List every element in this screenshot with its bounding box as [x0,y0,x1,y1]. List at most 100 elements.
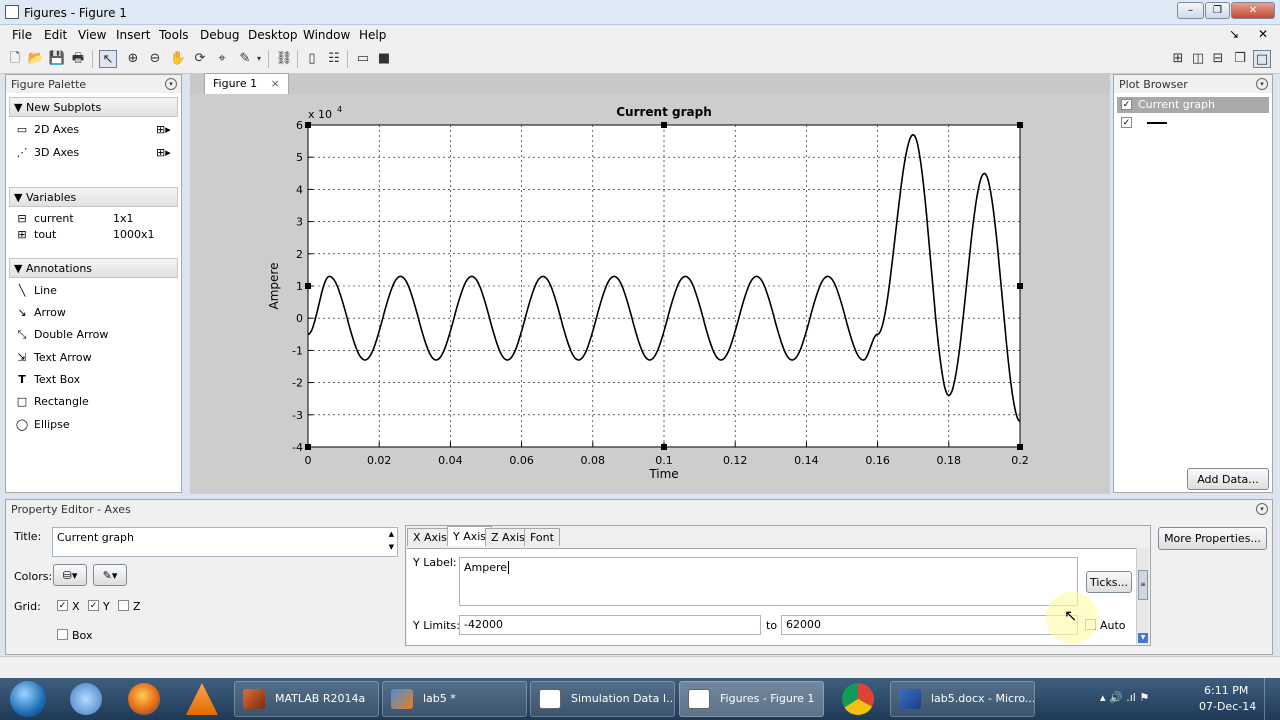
menu-window[interactable]: Window [303,28,350,42]
grid-z-checkbox[interactable] [118,600,129,611]
pan-icon[interactable]: ✋ [169,50,187,68]
resize-handle[interactable] [1017,444,1023,450]
title-field[interactable]: Current graph ▲ ▼ [52,527,398,557]
add-data-button[interactable]: Add Data... [1187,468,1269,490]
open-icon[interactable]: 📂 [27,50,45,68]
print-icon[interactable]: 🖶 [69,50,87,68]
undock-arrow-icon[interactable]: ↘ [1229,27,1239,41]
minimize-button[interactable]: – [1177,2,1204,19]
firefox-icon[interactable] [128,683,160,715]
panel-menu-icon[interactable]: ▾ [165,78,177,90]
task-matlab[interactable]: MATLAB R2014a [234,681,379,717]
system-tray-icons[interactable]: ▴ 🔊 .ıl ⚑ [1100,691,1149,704]
close-x-icon[interactable]: ✕ [1258,27,1268,41]
zoom-out-icon[interactable]: ⊖ [146,50,164,68]
line-visible-checkbox[interactable]: ✓ [1121,117,1132,128]
variable-current[interactable]: ⊟ current [14,212,73,225]
annotation-ellipse[interactable]: ◯ Ellipse [14,418,70,431]
plot-browser-entry-axes[interactable]: ✓ Current graph [1117,97,1269,113]
menu-view[interactable]: View [78,28,106,42]
resize-handle[interactable] [1017,283,1023,289]
menu-tools[interactable]: Tools [159,28,189,42]
menu-file[interactable]: File [12,28,32,42]
resize-handle[interactable] [661,122,667,128]
task-figures[interactable]: Figures - Figure 1 [679,681,824,717]
resize-handle[interactable] [1017,122,1023,128]
task-lab5[interactable]: lab5 * [382,681,527,717]
link-plot-icon[interactable]: ⛓ [275,50,293,68]
box-checkbox[interactable] [57,629,68,640]
tile-layout-icon[interactable]: ⊞ [1169,50,1187,68]
annotation-line[interactable]: ╲ Line [14,284,57,297]
grid-layout-icon[interactable]: ⊞▸ [156,123,171,136]
tab-x-axis[interactable]: X Axis [407,528,453,546]
vlc-icon[interactable] [186,683,218,715]
menu-insert[interactable]: Insert [116,28,150,42]
tab-close-icon[interactable]: × [271,77,280,90]
annotation-arrow[interactable]: ↘ Arrow [14,306,65,319]
grid-y-checkbox[interactable]: ✓ [88,600,99,611]
y-limit-max-field[interactable]: 62000 [781,615,1078,635]
chrome-icon[interactable] [842,683,874,715]
annotation-double-arrow[interactable]: ⤡ Double Arrow [14,328,109,342]
top-bottom-layout-icon[interactable]: ⊟ [1209,50,1227,68]
start-button-icon[interactable] [10,681,46,717]
variables-section[interactable]: ▼ Variables [9,187,178,207]
brush-dropdown-icon[interactable]: ▾ [254,50,264,68]
new-subplots-section[interactable]: ▼ New Subplots [9,97,178,117]
annotation-rectangle[interactable]: □ Rectangle [14,395,89,408]
grid-x-checkbox[interactable]: ✓ [57,600,68,611]
edge-color-button[interactable]: ✎▾ [93,564,127,586]
more-properties-button[interactable]: More Properties... [1158,527,1267,550]
spinner-arrows-icon[interactable]: ▲ ▼ [389,528,394,554]
resize-handle[interactable] [305,444,311,450]
insert-colorbar-icon[interactable]: ▯ [303,50,321,68]
clock-date[interactable]: 07-Dec-14 [1199,700,1256,713]
rotate-3d-icon[interactable]: ⟳ [191,50,209,68]
data-cursor-icon[interactable]: ⌖ [213,50,231,68]
annotations-section[interactable]: ▼ Annotations [9,258,178,278]
tab-figure-1[interactable]: Figure 1 × [204,73,289,94]
panel-menu-icon[interactable]: ▾ [1256,503,1268,515]
tab-scrollbar[interactable]: ≡ ▼ [1136,548,1149,644]
annotation-text-arrow[interactable]: ⇲ Text Arrow [14,351,91,364]
network-app-icon[interactable] [70,683,102,715]
task-simulation-data[interactable]: Simulation Data I... [530,681,675,717]
ticks-button[interactable]: Ticks... [1086,571,1132,593]
show-desktop-button[interactable] [1264,678,1280,720]
restore-button[interactable]: ❐ [1205,2,1230,19]
y-label-field[interactable]: Ampere [459,557,1078,606]
y-limit-min-field[interactable]: -42000 [459,615,761,635]
panel-menu-icon[interactable]: ▾ [1256,78,1268,90]
variable-tout[interactable]: ⊞ tout [14,228,56,241]
menu-edit[interactable]: Edit [44,28,67,42]
resize-handle[interactable] [661,444,667,450]
grid-layout-icon[interactable]: ⊞▸ [156,146,171,159]
menu-debug[interactable]: Debug [200,28,239,42]
maximize-layout-icon[interactable]: □ [1253,50,1271,68]
new-figure-icon[interactable]: 🗋 [6,50,24,68]
menu-help[interactable]: Help [359,28,386,42]
scrollbar-thumb[interactable]: ≡ [1138,570,1148,600]
menu-desktop[interactable]: Desktop [248,28,298,42]
zoom-in-icon[interactable]: ⊕ [124,50,142,68]
brush-icon[interactable]: ✎ [236,50,254,68]
plot-browser-entry-line[interactable]: ✓ [1117,115,1269,131]
save-icon[interactable]: 💾 [48,50,66,68]
insert-legend-icon[interactable]: ☷ [325,50,343,68]
edit-plot-pointer-icon[interactable]: ↖ [99,50,117,68]
task-word-doc[interactable]: lab5.docx - Micro... [890,681,1035,717]
axes-visible-checkbox[interactable]: ✓ [1121,99,1132,110]
show-plot-tools-icon[interactable]: ■ [375,50,393,68]
float-layout-icon[interactable]: ❐ [1231,50,1249,68]
left-right-layout-icon[interactable]: ◫ [1189,50,1207,68]
clock-time[interactable]: 6:11 PM [1204,684,1248,697]
tab-font[interactable]: Font [524,528,560,546]
annotation-text-box[interactable]: T Text Box [14,373,80,386]
scroll-down-icon[interactable]: ▼ [1138,633,1148,643]
resize-handle[interactable] [305,122,311,128]
resize-handle[interactable] [305,283,311,289]
hide-plot-tools-icon[interactable]: ▭ [354,50,372,68]
palette-3d-axes[interactable]: ⋰ 3D Axes [14,146,80,159]
palette-2d-axes[interactable]: ▭ 2D Axes [14,123,79,136]
